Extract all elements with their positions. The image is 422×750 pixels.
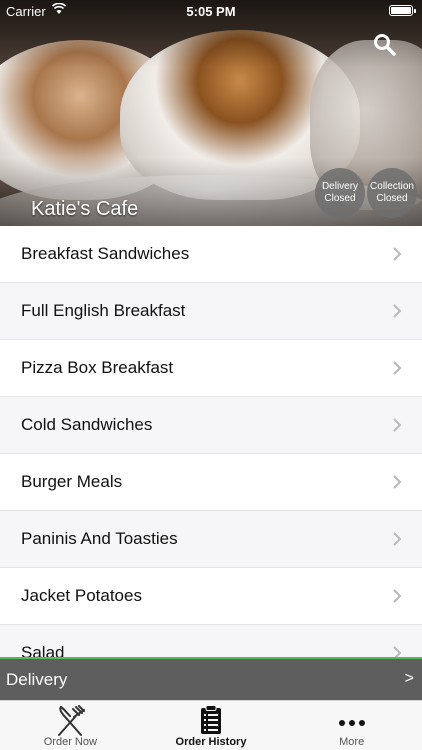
clipboard-icon bbox=[201, 705, 221, 734]
delivery-badge-line2: Closed bbox=[324, 193, 356, 204]
collection-badge-line2: Closed bbox=[376, 193, 408, 204]
tab-order-history-label: Order History bbox=[175, 736, 247, 748]
category-row[interactable]: Salad bbox=[0, 625, 422, 657]
category-label: Pizza Box Breakfast bbox=[21, 358, 174, 377]
category-row[interactable]: Pizza Box Breakfast bbox=[0, 340, 422, 397]
more-dots-icon bbox=[338, 720, 365, 726]
status-bar: Carrier 5:05 PM bbox=[0, 0, 422, 22]
tab-order-now[interactable]: Order Now bbox=[0, 701, 141, 750]
battery-icon bbox=[389, 5, 416, 16]
fork-knife-icon bbox=[58, 705, 86, 736]
category-row[interactable]: Cold Sandwiches bbox=[0, 397, 422, 454]
status-time: 5:05 PM bbox=[186, 4, 236, 19]
chevron-right-icon bbox=[393, 418, 402, 432]
category-label: Breakfast Sandwiches bbox=[21, 244, 190, 263]
tab-more-label: More bbox=[339, 736, 365, 748]
delivery-badge-line1: Delivery bbox=[321, 181, 359, 192]
category-label: Paninis And Toasties bbox=[21, 529, 178, 548]
delivery-mode-arrow: > bbox=[404, 670, 414, 687]
chevron-right-icon bbox=[393, 247, 402, 261]
chevron-right-icon bbox=[393, 646, 402, 657]
chevron-right-icon bbox=[393, 361, 402, 375]
category-label: Full English Breakfast bbox=[21, 301, 186, 320]
cafe-title: Katie's Cafe bbox=[31, 198, 139, 220]
category-row[interactable]: Full English Breakfast bbox=[0, 283, 422, 340]
category-row[interactable]: Paninis And Toasties bbox=[0, 511, 422, 568]
search-button[interactable] bbox=[370, 30, 400, 60]
tab-bar: Order Now Order History More bbox=[0, 700, 422, 750]
delivery-mode-label: Delivery bbox=[6, 670, 68, 689]
category-label: Jacket Potatoes bbox=[21, 586, 142, 605]
delivery-status-badge[interactable]: Delivery Closed bbox=[315, 168, 365, 218]
category-row[interactable]: Breakfast Sandwiches bbox=[0, 226, 422, 283]
chevron-right-icon bbox=[393, 304, 402, 318]
tab-more[interactable]: More bbox=[281, 701, 422, 750]
category-row[interactable]: Burger Meals bbox=[0, 454, 422, 511]
collection-badge-line1: Collection bbox=[370, 181, 414, 192]
category-row[interactable]: Jacket Potatoes bbox=[0, 568, 422, 625]
delivery-mode-bar[interactable]: Delivery > bbox=[0, 657, 422, 700]
category-label: Cold Sandwiches bbox=[21, 415, 153, 434]
tab-order-history[interactable]: Order History bbox=[141, 701, 282, 750]
chevron-right-icon bbox=[393, 475, 402, 489]
category-label: Salad bbox=[21, 643, 65, 657]
category-list: Breakfast Sandwiches Full English Breakf… bbox=[0, 226, 422, 657]
search-icon bbox=[374, 34, 396, 56]
chevron-right-icon bbox=[393, 532, 402, 546]
tab-order-now-label: Order Now bbox=[43, 736, 97, 748]
category-label: Burger Meals bbox=[21, 472, 123, 491]
chevron-right-icon bbox=[393, 589, 402, 603]
collection-status-badge[interactable]: Collection Closed bbox=[367, 168, 417, 218]
